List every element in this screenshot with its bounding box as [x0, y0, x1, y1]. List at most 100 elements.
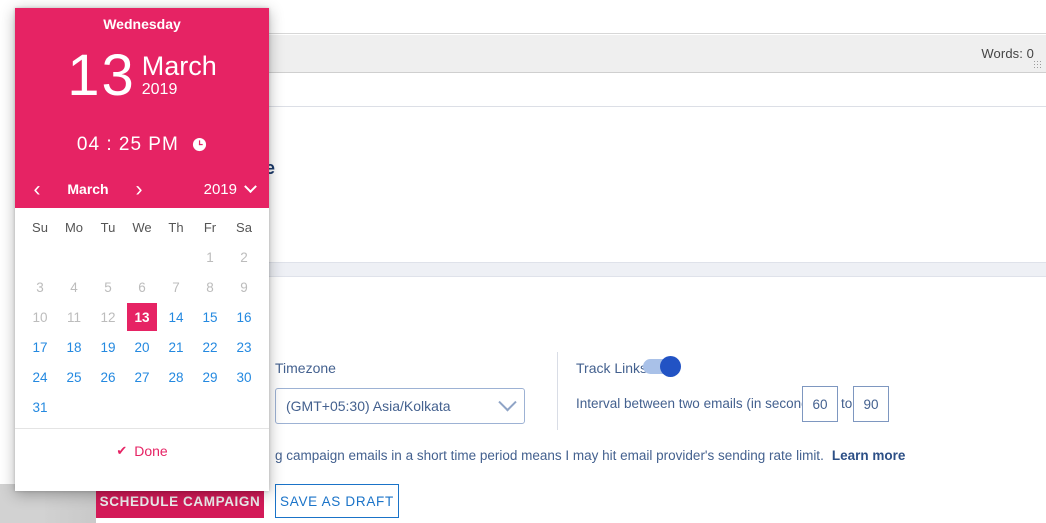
calendar-dow-sa: Sa — [236, 219, 252, 235]
calendar-dow-tu: Tu — [100, 219, 116, 235]
track-links-toggle[interactable] — [643, 356, 681, 377]
datepicker-done-button[interactable]: ✔ Done — [15, 428, 269, 472]
calendar-day: 12 — [100, 309, 116, 325]
calendar-day[interactable]: 23 — [229, 333, 259, 361]
timezone-value: (GMT+05:30) Asia/Kolkata — [286, 398, 451, 414]
calendar-day[interactable]: 31 — [25, 393, 55, 421]
year-dropdown[interactable]: 2019 — [203, 179, 257, 198]
calendar-week-row: 12 — [23, 242, 261, 272]
next-month-button[interactable]: › — [131, 179, 147, 200]
calendar-body: 1 2 3 4 5 6 7 8 9 10 11 12 13 14 15 16 17 18 19 20 21 22 23 24 2… — [23, 242, 261, 422]
calendar-day: 10 — [32, 309, 48, 325]
editor-top-area — [265, 0, 1046, 34]
calendar-day[interactable]: 30 — [229, 363, 259, 391]
section-separator-bar — [265, 262, 1046, 277]
vertical-divider — [557, 352, 558, 430]
calendar-day: 6 — [138, 279, 146, 295]
calendar-day[interactable]: 21 — [161, 333, 191, 361]
save-as-draft-button[interactable]: SAVE AS DRAFT — [275, 484, 399, 518]
calendar-day: 4 — [70, 279, 78, 295]
datepicker-popup: Wednesday 13 March 2019 04 : 25 PM ‹ Mar… — [15, 8, 269, 491]
page-root: Words: 0 e Timezone (GMT+05:30) Asia/Kol… — [0, 0, 1046, 523]
calendar-day-empty — [93, 243, 123, 271]
selected-month-year: March 2019 — [142, 52, 217, 100]
selected-year: 2019 — [141, 81, 178, 98]
clock-icon — [192, 136, 207, 158]
calendar-day[interactable]: 15 — [195, 303, 225, 331]
check-icon: ✔ — [116, 442, 128, 458]
calendar-day-empty — [25, 243, 55, 271]
calendar-week-row: 17 18 19 20 21 22 23 — [23, 332, 261, 362]
selected-date-display: 13 March 2019 — [15, 43, 269, 108]
schedule-settings-area: Timezone (GMT+05:30) Asia/Kolkata Track … — [265, 278, 1046, 523]
calendar-dow-mo: Mo — [64, 219, 84, 235]
calendar-dow-row: Su Mo Tu We Th Fr Sa — [23, 212, 261, 242]
calendar-week-row: 3 4 5 6 7 8 9 — [23, 272, 261, 302]
calendar-day-selected[interactable]: 13 — [127, 303, 157, 331]
calendar-dow-su: Su — [32, 219, 48, 235]
calendar-day: 11 — [66, 309, 81, 325]
editor-status-bar: Words: 0 — [265, 35, 1046, 73]
calendar-day-empty — [93, 393, 123, 421]
interval-label: Interval between two emails (in seconds) — [576, 396, 820, 411]
calendar-day[interactable]: 26 — [93, 363, 123, 391]
calendar-day[interactable]: 19 — [93, 333, 123, 361]
track-links-label: Track Links — [576, 360, 648, 376]
interval-to-label: to — [841, 396, 853, 411]
campaign-section-panel: e — [265, 108, 1046, 268]
calendar-dow-fr: Fr — [203, 219, 217, 235]
rate-limit-note-text: g campaign emails in a short time period… — [275, 448, 824, 463]
calendar-day[interactable]: 17 — [25, 333, 55, 361]
toggle-thumb — [660, 356, 681, 377]
interval-max-input[interactable]: 90 — [853, 386, 889, 422]
datepicker-header: Wednesday 13 March 2019 04 : 25 PM — [15, 8, 269, 170]
calendar-day[interactable]: 28 — [161, 363, 191, 391]
prev-month-button[interactable]: ‹ — [29, 179, 45, 200]
selected-day-number: 13 — [67, 43, 136, 108]
interval-min-input[interactable]: 60 — [802, 386, 838, 422]
calendar-day: 3 — [36, 279, 44, 295]
calendar-day[interactable]: 25 — [59, 363, 89, 391]
selected-time-text: 04 : 25 PM — [76, 134, 179, 155]
calendar-day-empty — [229, 393, 259, 421]
calendar-dow-we: We — [132, 219, 152, 235]
chevron-down-icon — [498, 392, 517, 411]
selected-time[interactable]: 04 : 25 PM — [15, 134, 269, 158]
datepicker-body: Su Mo Tu We Th Fr Sa 1 2 3 4 5 6 7 8 9 10 11 12 13 14 15 16 17… — [15, 208, 269, 422]
learn-more-link[interactable]: Learn more — [832, 448, 906, 463]
calendar-day-empty — [161, 393, 191, 421]
calendar-week-row: 31 — [23, 392, 261, 422]
calendar-day: 8 — [206, 279, 214, 295]
chevron-down-icon — [244, 179, 257, 193]
resize-grip-icon[interactable] — [1033, 60, 1043, 70]
rate-limit-note: g campaign emails in a short time period… — [275, 448, 905, 463]
calendar-day-empty — [59, 243, 89, 271]
calendar-day-empty — [161, 243, 191, 271]
calendar-day[interactable]: 14 — [161, 303, 191, 331]
datepicker-nav: ‹ March › 2019 — [15, 170, 269, 208]
timezone-select[interactable]: (GMT+05:30) Asia/Kolkata — [275, 388, 525, 424]
calendar-dow-th: Th — [168, 219, 184, 235]
nav-year-label: 2019 — [203, 180, 237, 198]
calendar-day: 1 — [206, 249, 214, 265]
calendar-day: 9 — [240, 279, 248, 295]
calendar-day[interactable]: 29 — [195, 363, 225, 391]
calendar-day[interactable]: 16 — [229, 303, 259, 331]
calendar-day[interactable]: 20 — [127, 333, 157, 361]
calendar-day-empty — [127, 393, 157, 421]
calendar-day-empty — [195, 393, 225, 421]
calendar-day: 7 — [172, 279, 180, 295]
calendar-day: 2 — [240, 249, 248, 265]
nav-month-label[interactable]: March — [45, 181, 131, 197]
calendar-week-row: 10 11 12 13 14 15 16 — [23, 302, 261, 332]
calendar-day[interactable]: 22 — [195, 333, 225, 361]
calendar-grid: Su Mo Tu We Th Fr Sa 1 2 3 4 5 6 7 8 9 10 11 12 13 14 15 16 17… — [23, 212, 261, 422]
calendar-day[interactable]: 24 — [25, 363, 55, 391]
timezone-label: Timezone — [275, 360, 336, 376]
selected-weekday: Wednesday — [103, 16, 181, 32]
done-label: Done — [134, 442, 168, 459]
calendar-day[interactable]: 27 — [127, 363, 157, 391]
calendar-day[interactable]: 18 — [59, 333, 89, 361]
word-count-label: Words: 0 — [981, 46, 1034, 61]
calendar-day: 5 — [104, 279, 112, 295]
